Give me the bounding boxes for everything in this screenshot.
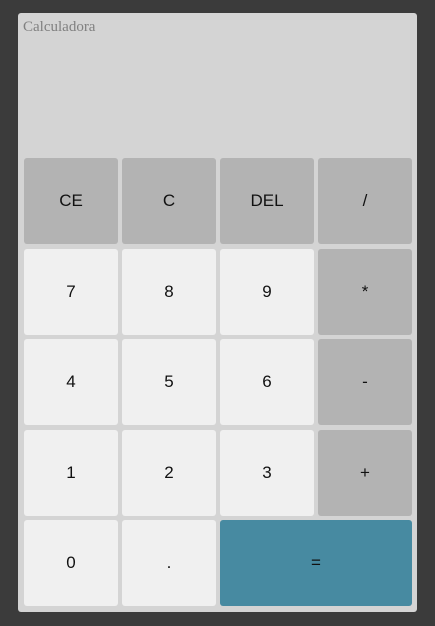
app-title: Calculadora	[23, 19, 96, 35]
equals-button[interactable]: =	[220, 520, 412, 606]
delete-button[interactable]: DEL	[220, 158, 314, 244]
digit-6-button[interactable]: 6	[220, 339, 314, 425]
subtract-button[interactable]: -	[318, 339, 412, 425]
digit-0-button[interactable]: 0	[24, 520, 118, 606]
divide-button[interactable]: /	[318, 158, 412, 244]
digit-4-button[interactable]: 4	[24, 339, 118, 425]
multiply-button[interactable]: *	[318, 248, 412, 335]
digit-1-button[interactable]: 1	[24, 429, 118, 516]
clear-entry-button[interactable]: CE	[24, 158, 118, 244]
calculator-panel: Calculadora CE C DEL / 7 8 9 * 4 5 6 - 1…	[18, 13, 417, 612]
decimal-point-button[interactable]: .	[122, 520, 216, 606]
digit-5-button[interactable]: 5	[122, 339, 216, 425]
digit-9-button[interactable]: 9	[220, 248, 314, 335]
digit-2-button[interactable]: 2	[122, 429, 216, 516]
digit-3-button[interactable]: 3	[220, 429, 314, 516]
keypad: CE C DEL / 7 8 9 * 4 5 6 - 1 2 3 + 0 . =	[24, 158, 412, 606]
clear-button[interactable]: C	[122, 158, 216, 244]
digit-7-button[interactable]: 7	[24, 248, 118, 335]
digit-8-button[interactable]: 8	[122, 248, 216, 335]
add-button[interactable]: +	[318, 429, 412, 516]
calculator-display	[18, 41, 417, 151]
